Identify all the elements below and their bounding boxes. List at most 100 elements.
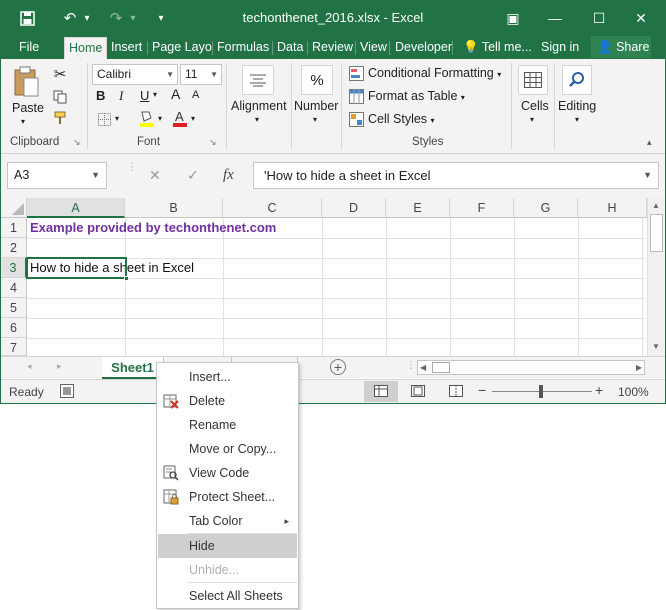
- worksheet-grid[interactable]: A B C D E F G H 1 2 3 4 5 6 7 Example pr…: [1, 198, 665, 356]
- expand-formula-bar-icon[interactable]: ▼: [643, 163, 652, 188]
- enter-entry-icon[interactable]: ✓: [187, 167, 199, 184]
- font-color-icon[interactable]: A: [171, 109, 189, 127]
- vertical-scrollbar[interactable]: ▲ ▼: [647, 198, 665, 356]
- menu-item-insert[interactable]: Insert...: [158, 365, 297, 389]
- cut-icon[interactable]: ✂: [51, 65, 69, 83]
- fill-handle[interactable]: [124, 276, 129, 281]
- row-header-1[interactable]: 1: [1, 218, 27, 238]
- column-header-b[interactable]: B: [125, 198, 223, 218]
- tell-me-box[interactable]: 💡 Tell me...: [459, 37, 536, 59]
- column-header-d[interactable]: D: [322, 198, 386, 218]
- paste-icon[interactable]: [11, 65, 41, 99]
- horizontal-scrollbar[interactable]: ◀ ▶: [417, 360, 645, 375]
- formula-input[interactable]: 'How to hide a sheet in Excel ▼: [253, 162, 659, 189]
- menu-item-select-all-sheets[interactable]: Select All Sheets: [158, 584, 297, 608]
- font-name-combo[interactable]: Calibri ▼: [92, 64, 178, 85]
- bold-button[interactable]: B: [96, 88, 105, 103]
- tab-insert[interactable]: Insert: [107, 37, 146, 59]
- row-header-5[interactable]: 5: [1, 298, 27, 318]
- row-header-2[interactable]: 2: [1, 238, 27, 258]
- copy-icon[interactable]: [51, 88, 69, 106]
- scroll-down-icon[interactable]: ▼: [652, 342, 660, 351]
- format-as-table-button[interactable]: Format as Table ▾: [368, 89, 465, 103]
- menu-item-rename[interactable]: Rename: [158, 413, 297, 437]
- fill-color-dropdown-icon[interactable]: ▾: [158, 114, 162, 123]
- cells-dropdown-icon[interactable]: ▾: [530, 115, 534, 124]
- paste-label[interactable]: Paste: [12, 101, 44, 115]
- increase-font-button[interactable]: A: [171, 86, 180, 102]
- menu-item-delete[interactable]: Delete: [158, 389, 297, 413]
- clipboard-launcher-icon[interactable]: ↘: [73, 137, 81, 148]
- page-break-view-icon[interactable]: [449, 385, 463, 400]
- underline-dropdown-icon[interactable]: ▾: [153, 90, 157, 99]
- editing-button[interactable]: Editing: [558, 99, 596, 113]
- cell-styles-button[interactable]: Cell Styles ▾: [368, 112, 435, 126]
- paste-dropdown-icon[interactable]: ▾: [21, 117, 25, 126]
- borders-icon[interactable]: [96, 111, 112, 127]
- scroll-tabs-right-icon[interactable]: ▸: [57, 361, 62, 372]
- macro-recording-icon[interactable]: [60, 384, 74, 401]
- alignment-icon[interactable]: [242, 65, 274, 95]
- sheet-tab-sheet1[interactable]: Sheet1: [102, 357, 164, 379]
- row-header-7[interactable]: 7: [1, 338, 27, 356]
- alignment-dropdown-icon[interactable]: ▾: [255, 115, 259, 124]
- alignment-button[interactable]: Alignment: [231, 99, 287, 113]
- scroll-up-icon[interactable]: ▲: [652, 201, 660, 210]
- decrease-font-button[interactable]: A: [192, 89, 199, 101]
- number-button[interactable]: Number: [294, 99, 338, 113]
- column-header-h[interactable]: H: [578, 198, 647, 218]
- menu-item-tab-color[interactable]: Tab Color ▸: [158, 509, 297, 533]
- column-header-c[interactable]: C: [223, 198, 322, 218]
- cells-icon[interactable]: [518, 65, 548, 95]
- tab-data[interactable]: Data: [273, 37, 307, 59]
- zoom-out-button[interactable]: −: [478, 382, 486, 398]
- tab-home[interactable]: Home: [64, 37, 108, 59]
- maximize-icon[interactable]: ☐: [579, 5, 619, 31]
- minimize-icon[interactable]: —: [535, 5, 575, 31]
- font-size-combo[interactable]: 11 ▼: [180, 64, 222, 85]
- column-header-f[interactable]: F: [450, 198, 514, 218]
- page-layout-view-icon[interactable]: [411, 385, 425, 400]
- sign-in-link[interactable]: Sign in: [537, 37, 583, 59]
- collapse-ribbon-icon[interactable]: ▴: [647, 137, 652, 148]
- cancel-entry-icon[interactable]: ✕: [149, 167, 161, 184]
- number-dropdown-icon[interactable]: ▾: [313, 115, 317, 124]
- row-header-4[interactable]: 4: [1, 278, 27, 298]
- tab-formulas[interactable]: Formulas: [213, 37, 273, 59]
- insert-function-icon[interactable]: fx: [223, 167, 234, 184]
- font-launcher-icon[interactable]: ↘: [209, 137, 217, 148]
- cells-button[interactable]: Cells: [521, 99, 549, 113]
- font-color-dropdown-icon[interactable]: ▾: [191, 114, 195, 123]
- ribbon-display-options-icon[interactable]: ▣: [493, 5, 533, 31]
- menu-item-hide[interactable]: Hide: [158, 534, 297, 558]
- cell-a1[interactable]: Example provided by techonthenet.com: [30, 220, 276, 235]
- resize-handle-icon[interactable]: ⋮: [127, 163, 137, 186]
- scroll-tabs-left-icon[interactable]: ◂: [27, 361, 32, 372]
- zoom-in-button[interactable]: +: [595, 382, 603, 398]
- underline-button[interactable]: U: [140, 88, 149, 103]
- scrollbar-thumb[interactable]: [650, 214, 663, 252]
- menu-item-protect-sheet[interactable]: Protect Sheet...: [158, 485, 297, 509]
- zoom-level[interactable]: 100%: [618, 385, 649, 399]
- menu-item-view-code[interactable]: View Code: [158, 461, 297, 485]
- row-header-3[interactable]: 3: [1, 258, 27, 278]
- fill-color-icon[interactable]: [138, 109, 156, 127]
- tab-review[interactable]: Review: [308, 37, 357, 59]
- editing-dropdown-icon[interactable]: ▾: [575, 115, 579, 124]
- scroll-right-icon[interactable]: ▶: [636, 361, 642, 374]
- name-box[interactable]: A3 ▼: [7, 162, 107, 189]
- share-button[interactable]: 👤 Share: [591, 36, 651, 58]
- scrollbar-thumb[interactable]: [432, 362, 450, 373]
- search-icon[interactable]: [562, 65, 592, 95]
- row-header-6[interactable]: 6: [1, 318, 27, 338]
- italic-button[interactable]: I: [119, 88, 123, 104]
- close-icon[interactable]: ✕: [621, 5, 661, 31]
- new-sheet-icon[interactable]: +: [330, 359, 346, 375]
- select-all-corner[interactable]: [1, 198, 27, 218]
- tab-file[interactable]: File: [15, 37, 43, 59]
- tab-page-layout[interactable]: Page Layo: [148, 37, 216, 59]
- format-painter-icon[interactable]: [51, 109, 69, 127]
- menu-item-move-copy[interactable]: Move or Copy...: [158, 437, 297, 461]
- borders-dropdown-icon[interactable]: ▾: [115, 114, 119, 123]
- normal-view-button[interactable]: [364, 381, 398, 402]
